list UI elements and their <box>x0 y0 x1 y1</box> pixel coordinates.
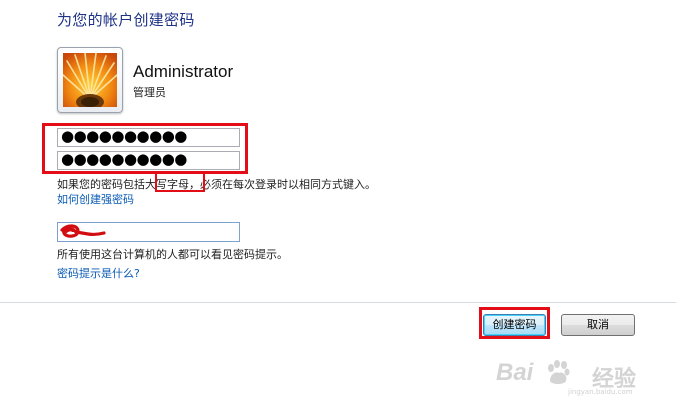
account-role: 管理员 <box>133 86 166 99</box>
create-button-highlight <box>479 307 550 339</box>
strong-password-link[interactable]: 如何创建强密码 <box>57 191 134 207</box>
cancel-button[interactable]: 取消 <box>561 314 635 336</box>
user-avatar <box>57 47 123 113</box>
hint-visibility-note: 所有使用这台计算机的人都可以看见密码提示。 <box>57 248 288 261</box>
account-username: Administrator <box>133 62 234 81</box>
watermark-url: jingyan.baidu.com <box>568 388 633 396</box>
redaction-scribble-icon <box>60 224 106 238</box>
baidu-watermark: Bai 经验 jingyan.baidu.com <box>496 357 636 396</box>
paw-icon <box>548 360 570 384</box>
dialog-title: 为您的帐户创建密码 <box>57 11 195 29</box>
watermark-brand-latin: Bai <box>496 359 534 386</box>
case-sensitivity-note: 如果您的密码包括大写字母，必须在每次登录时以相同方式键入。 <box>57 178 376 191</box>
hint-help-link[interactable]: 密码提示是什么? <box>57 265 140 281</box>
footer-divider <box>0 302 676 303</box>
flower-avatar-icon <box>63 53 117 107</box>
password-fields-highlight <box>42 123 248 174</box>
uppercase-highlight <box>155 172 205 192</box>
